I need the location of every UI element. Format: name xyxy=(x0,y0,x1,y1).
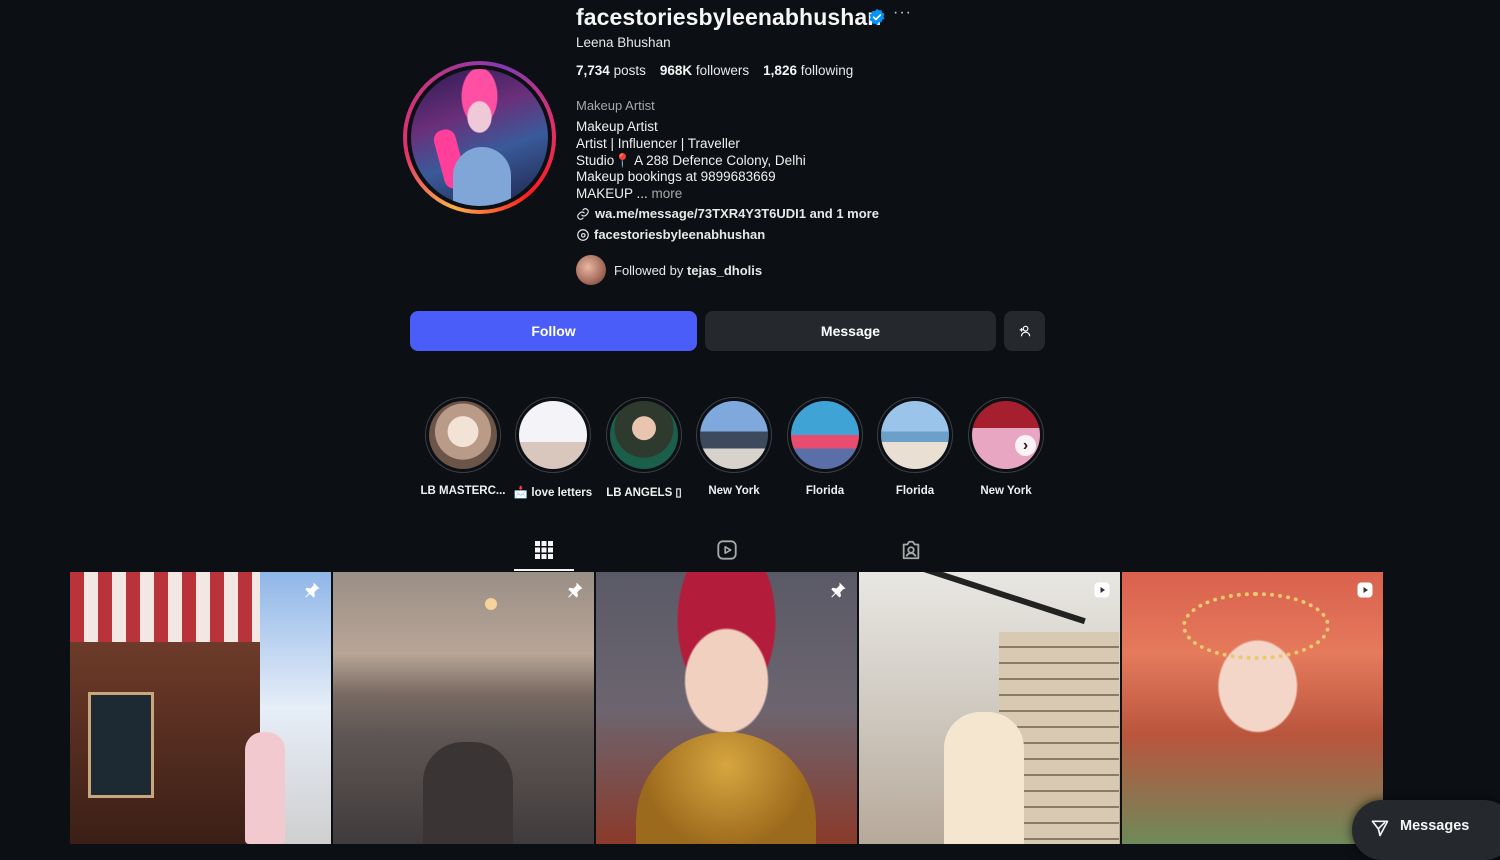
followed-by-user: tejas_dholis xyxy=(687,262,763,278)
highlight-label: New York xyxy=(708,485,760,497)
avatar-image xyxy=(411,69,548,206)
highlight-label: 📩 love letters xyxy=(513,487,593,499)
highlight-item[interactable]: LB ANGELS ▯ xyxy=(604,397,684,499)
highlights-next-chevron-icon[interactable]: › xyxy=(1015,435,1036,456)
highlight-label: New York xyxy=(980,485,1032,497)
followed-by-text: Followed by tejas_dholis xyxy=(614,263,762,278)
message-button[interactable]: Message xyxy=(705,311,996,351)
reel-icon xyxy=(1094,582,1110,598)
bio-line-text: MAKEUP ... xyxy=(576,186,648,202)
profile-stats: 7,734 posts 968K followers 1,826 followi… xyxy=(576,63,853,78)
following-label: following xyxy=(800,63,854,78)
link-text[interactable]: wa.me/message/73TXR4Y3T6UDI1 and 1 more xyxy=(595,206,879,221)
post-thumbnail[interactable] xyxy=(596,572,857,844)
profile-username: facestoriesbyleenabhushan xyxy=(576,4,882,30)
suggested-accounts-button[interactable] xyxy=(1004,311,1045,351)
following-stat[interactable]: 1,826 following xyxy=(763,63,853,78)
pin-icon xyxy=(305,582,320,598)
highlight-item[interactable]: 📩 love letters xyxy=(513,397,593,499)
bio-more-link[interactable]: more xyxy=(652,186,683,201)
follow-button[interactable]: Follow xyxy=(410,311,697,351)
profile-avatar[interactable] xyxy=(403,61,556,214)
highlight-item[interactable]: Florida xyxy=(875,397,955,497)
link-icon xyxy=(577,207,589,220)
tab-posts-grid[interactable] xyxy=(529,538,559,562)
highlight-cover xyxy=(519,401,587,469)
profile-bio: Makeup Artist Artist | Influencer | Trav… xyxy=(576,119,806,203)
profile-full-name: Leena Bhushan xyxy=(576,35,671,50)
highlight-label: LB ANGELS ▯ xyxy=(606,487,682,499)
bio-line: Artist | Influencer | Traveller xyxy=(576,135,740,151)
pin-icon xyxy=(831,582,846,598)
post-thumbnail[interactable] xyxy=(70,572,331,844)
highlight-cover xyxy=(429,401,497,469)
tagged-icon xyxy=(902,540,920,560)
posts-count: 7,734 xyxy=(576,63,610,78)
highlight-item[interactable]: New York xyxy=(694,397,774,497)
more-options-icon[interactable]: ··· xyxy=(893,4,912,22)
bio-line-last: MAKEUP ... more xyxy=(576,186,806,203)
bio-line: Makeup bookings at 9899683669 xyxy=(576,169,776,185)
posts-stat: 7,734 posts xyxy=(576,63,646,78)
grid-icon xyxy=(535,541,553,559)
highlight-item[interactable]: LB MASTERC... xyxy=(420,397,506,497)
tab-reels[interactable] xyxy=(712,538,742,562)
posts-label: posts xyxy=(613,63,646,78)
bio-line: Studio📍 A 288 Defence Colony, Delhi xyxy=(576,152,806,168)
bio-line: Makeup Artist xyxy=(576,119,658,134)
posts-grid xyxy=(70,572,1383,844)
tab-tagged[interactable] xyxy=(896,538,926,562)
followers-stat[interactable]: 968K followers xyxy=(660,63,749,78)
followed-by-prefix: Followed by xyxy=(614,262,684,278)
highlight-label: Florida xyxy=(805,485,845,497)
pin-icon xyxy=(568,582,583,598)
active-tab-indicator xyxy=(514,569,574,571)
verified-badge-icon xyxy=(869,8,885,26)
messages-button[interactable]: Messages xyxy=(1352,800,1500,860)
threads-link[interactable]: facestoriesbyleenabhushan xyxy=(576,227,765,242)
followers-count: 968K xyxy=(659,63,693,78)
highlight-cover xyxy=(881,401,949,469)
add-person-icon xyxy=(1019,325,1030,337)
follower-avatar[interactable] xyxy=(576,255,606,285)
profile-category: Makeup Artist xyxy=(576,98,655,113)
following-count: 1,826 xyxy=(763,63,797,78)
messages-send-icon xyxy=(1371,820,1389,837)
highlight-cover xyxy=(791,401,859,469)
reels-icon xyxy=(717,540,737,560)
messages-label: Messages xyxy=(1400,818,1470,834)
highlight-cover xyxy=(610,401,678,469)
followed-by[interactable]: Followed by tejas_dholis xyxy=(576,255,762,285)
highlight-label: Florida xyxy=(895,485,935,497)
highlight-label: LB MASTERC... xyxy=(420,485,506,497)
highlight-cover xyxy=(700,401,768,469)
highlight-item[interactable]: Florida xyxy=(785,397,865,497)
threads-icon xyxy=(577,228,589,241)
followers-label: followers xyxy=(695,63,750,78)
profile-link[interactable]: wa.me/message/73TXR4Y3T6UDI1 and 1 more xyxy=(576,206,879,221)
post-thumbnail[interactable] xyxy=(333,572,594,844)
post-thumbnail[interactable] xyxy=(1122,572,1383,844)
reel-icon xyxy=(1357,582,1373,598)
threads-handle[interactable]: facestoriesbyleenabhushan xyxy=(594,227,765,242)
post-thumbnail[interactable] xyxy=(859,572,1120,844)
